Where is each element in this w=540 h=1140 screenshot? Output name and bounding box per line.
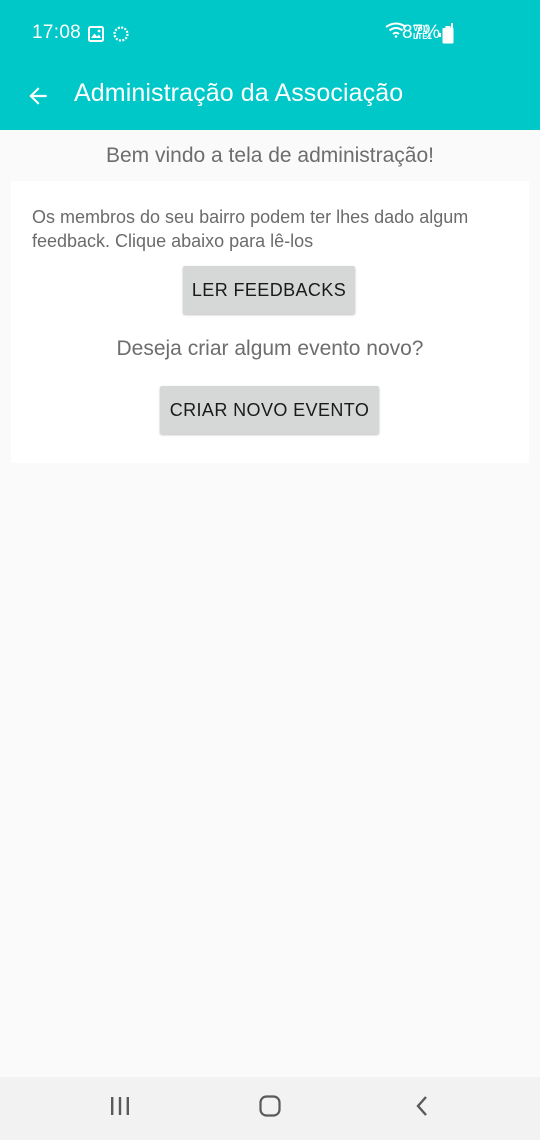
create-event-button[interactable]: CRIAR NOVO EVENTO — [160, 386, 379, 434]
back-icon — [415, 1095, 429, 1122]
home-button[interactable] — [250, 1091, 290, 1125]
arrow-back-icon — [25, 83, 51, 114]
back-button[interactable] — [20, 80, 56, 116]
status-time: 17:08 — [32, 22, 82, 43]
battery-icon — [442, 26, 454, 49]
admin-card: Os membros do seu bairro podem ter lhes … — [11, 181, 529, 463]
home-icon — [259, 1094, 281, 1122]
read-feedbacks-button[interactable]: LER FEEDBACKS — [183, 266, 355, 314]
status-notification-icons — [88, 25, 130, 48]
status-bar: 17:08 Vo)) LTE1 87% — [0, 0, 540, 68]
sync-icon — [112, 25, 130, 48]
system-nav-bar — [0, 1077, 540, 1140]
recent-apps-button[interactable] — [100, 1091, 140, 1125]
welcome-text: Bem vindo a tela de administração! — [105, 144, 434, 167]
page-title: Administração da Associação — [74, 79, 404, 107]
app-toolbar: Administração da Associação — [0, 68, 540, 130]
recent-apps-icon — [109, 1096, 131, 1121]
image-icon — [88, 26, 104, 47]
feedback-description: Os membros do seu bairro podem ter lhes … — [32, 207, 469, 251]
nav-back-button[interactable] — [402, 1091, 442, 1125]
event-question: Deseja criar algum evento novo? — [116, 337, 424, 360]
battery-percentage: 87% — [402, 22, 441, 43]
